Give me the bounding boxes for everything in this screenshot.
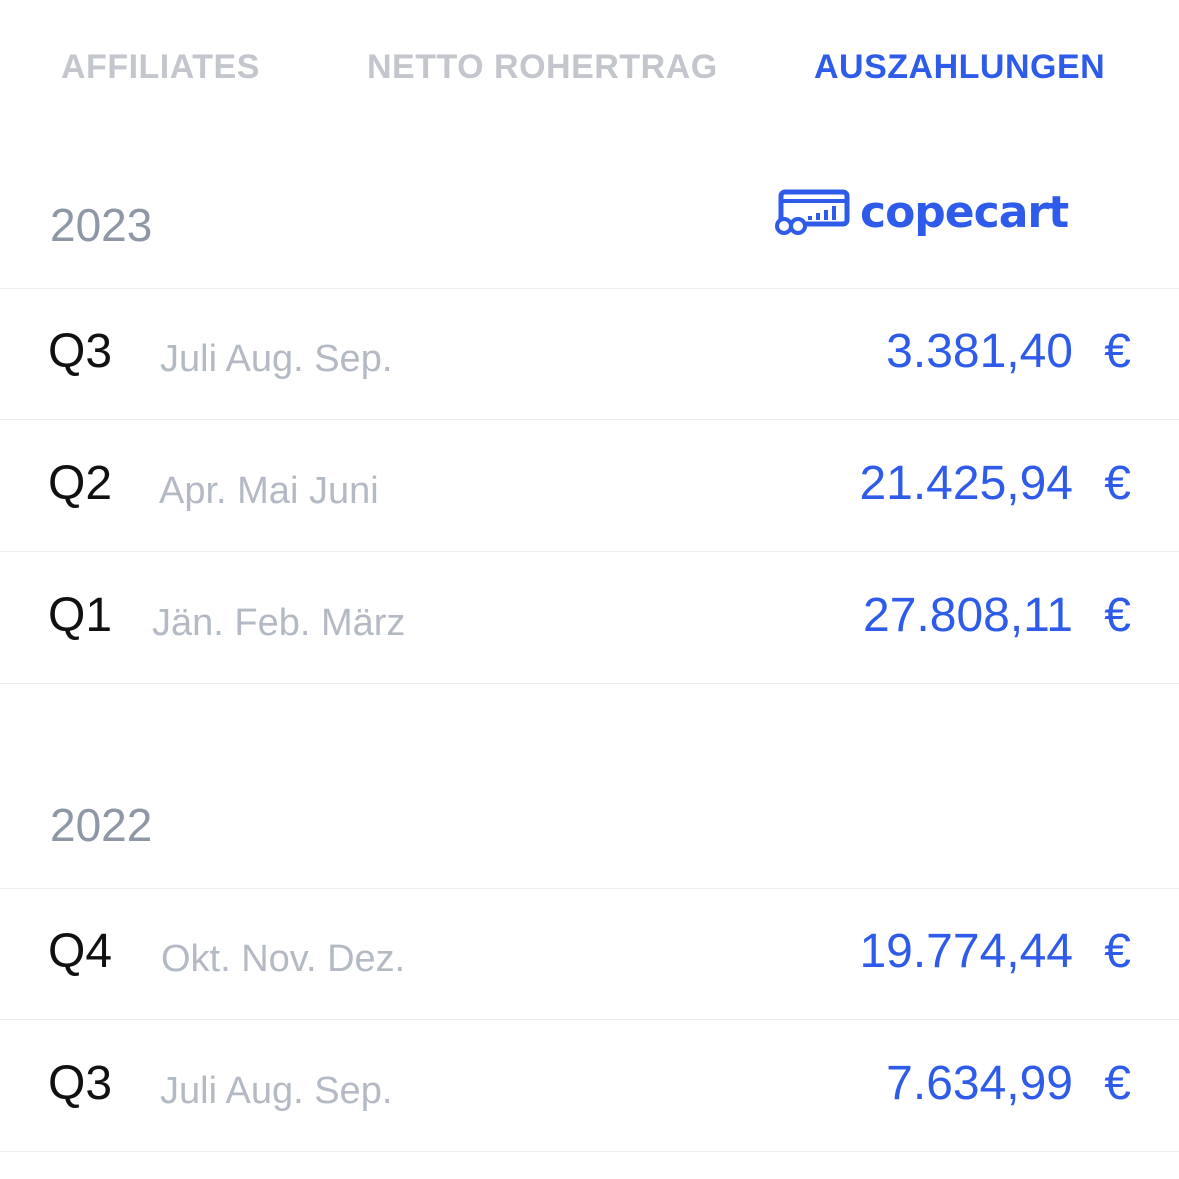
year-label: 2023 [50, 199, 153, 251]
payout-amount: 19.774,44 [859, 925, 1073, 978]
months-label: Apr. Mai Juni [159, 470, 379, 512]
payout-amount: 7.634,99 [886, 1057, 1073, 1110]
tab-netto-rohertrag[interactable]: NETTO ROHERTRAG [367, 48, 718, 87]
quarter-label: Q2 [48, 457, 113, 510]
payout-row[interactable]: Q4 Okt. Nov. Dez. 19.774,44 € [0, 888, 1179, 1020]
months-label: Okt. Nov. Dez. [161, 938, 406, 980]
year-header-2022: 2022 [0, 684, 1179, 889]
payout-amount: 3.381,40 [886, 325, 1073, 378]
payout-row[interactable]: Q2 Apr. Mai Juni 21.425,94 € [0, 420, 1179, 552]
currency-symbol: € [1104, 325, 1131, 378]
currency-symbol: € [1104, 589, 1131, 642]
cart-icon [775, 189, 850, 235]
quarter-label: Q3 [48, 325, 113, 378]
logo-text: copecart [860, 186, 1069, 238]
currency-symbol: € [1104, 1057, 1131, 1110]
tab-affiliates[interactable]: AFFILIATES [61, 48, 260, 87]
payout-row[interactable]: Q3 Juli Aug. Sep. 7.634,99 € [0, 1020, 1179, 1152]
payout-row[interactable]: Q3 Juli Aug. Sep. 3.381,40 € [0, 288, 1179, 420]
quarter-label: Q1 [48, 589, 113, 642]
payout-row[interactable]: Q1 Jän. Feb. März 27.808,11 € [0, 552, 1179, 684]
tab-auszahlungen[interactable]: AUSZAHLUNGEN [814, 48, 1105, 87]
payout-amount: 27.808,11 [863, 589, 1073, 642]
year-label: 2022 [50, 799, 153, 851]
months-label: Juli Aug. Sep. [160, 338, 393, 380]
copecart-logo: copecart [774, 186, 1069, 238]
months-label: Juli Aug. Sep. [160, 1070, 393, 1112]
quarter-label: Q4 [48, 925, 113, 978]
quarter-label: Q3 [48, 1057, 113, 1110]
currency-symbol: € [1104, 457, 1131, 510]
payout-amount: 21.425,94 [859, 457, 1073, 510]
tab-bar: AFFILIATES NETTO ROHERTRAG AUSZAHLUNGEN [0, 0, 1179, 140]
currency-symbol: € [1104, 925, 1131, 978]
months-label: Jän. Feb. März [152, 602, 406, 644]
